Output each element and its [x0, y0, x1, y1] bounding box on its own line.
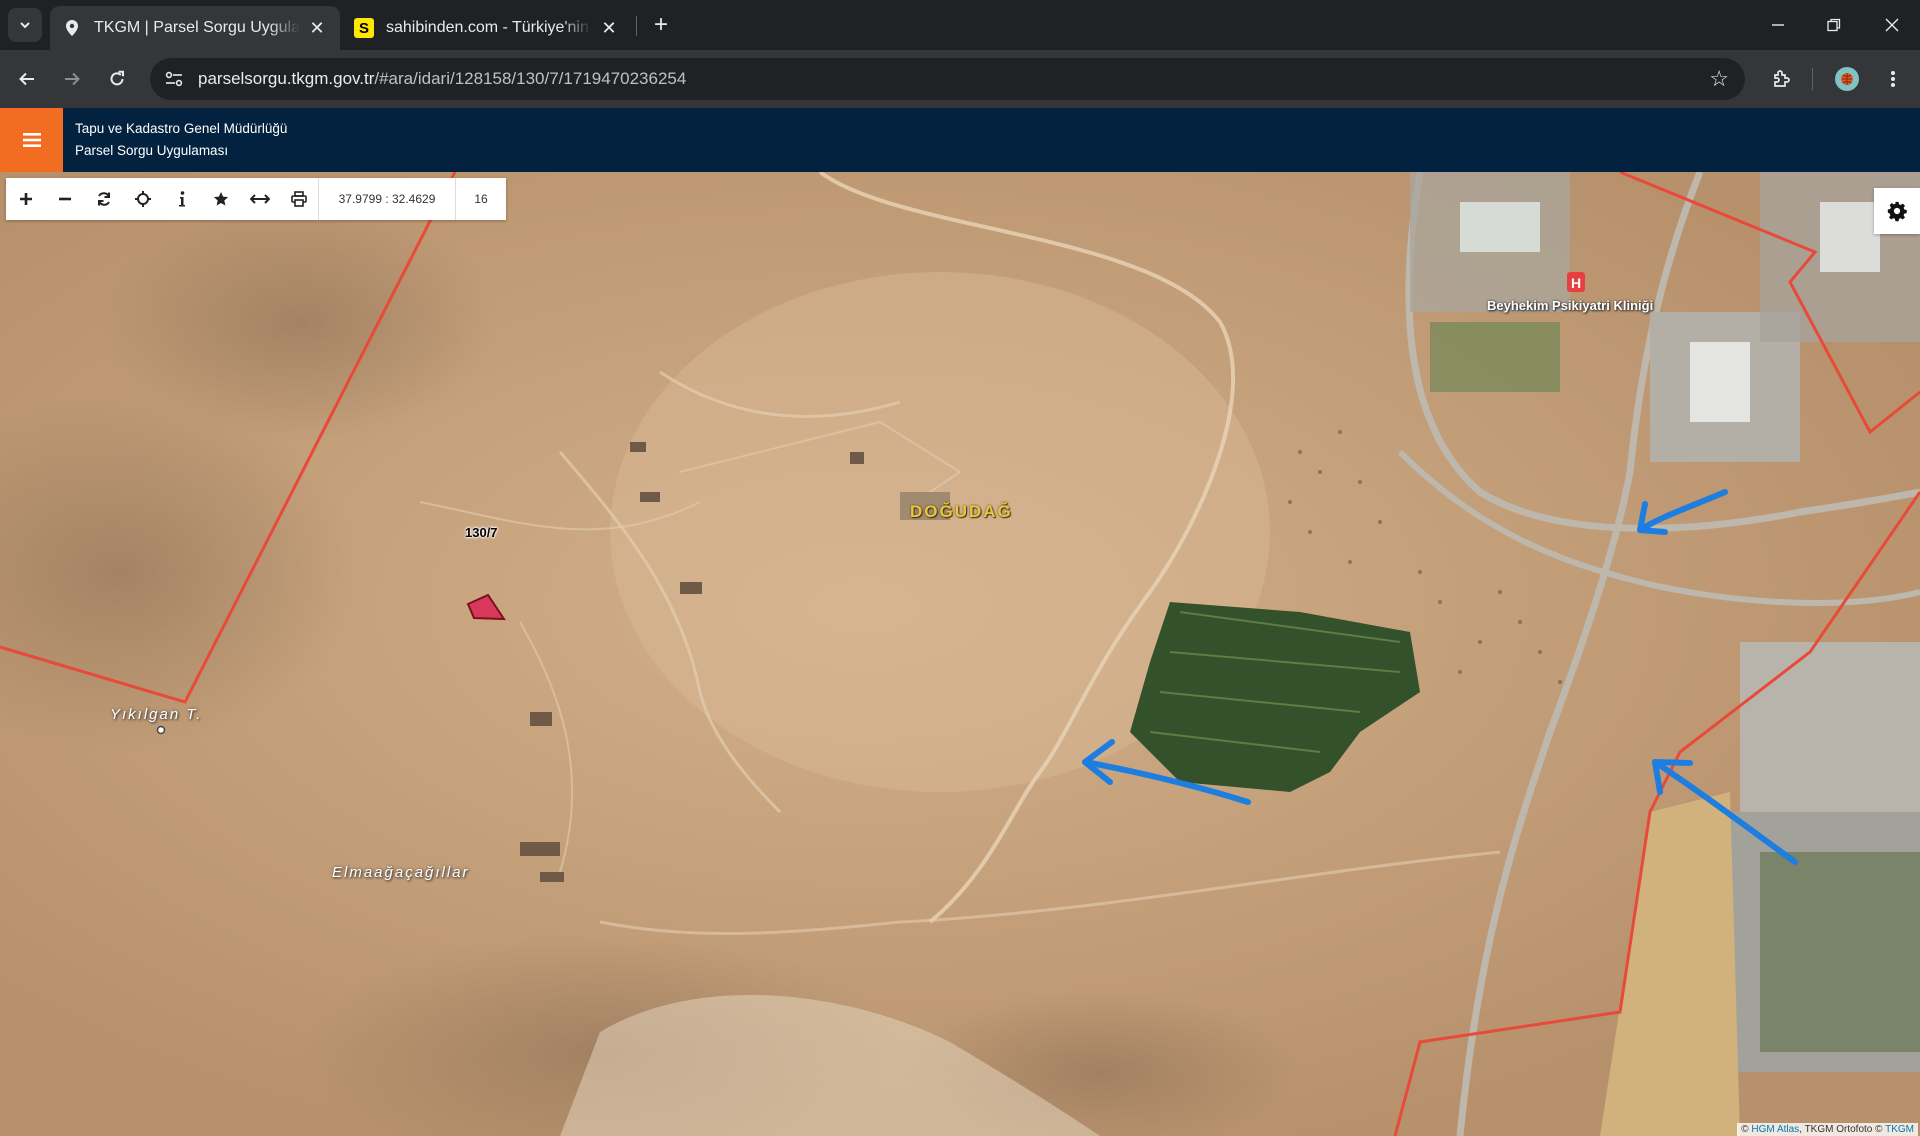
tab-title: TKGM | Parsel Sorgu Uygulaması — [94, 19, 300, 36]
map-toolbar: 37.9799 : 32.4629 16 — [6, 178, 506, 220]
map-view[interactable]: H DOĞUDAĞ Yıkılgan T. Elmaağaçağıllar Be… — [0, 172, 1920, 1136]
chevron-down-icon — [20, 22, 30, 29]
locate-icon[interactable] — [123, 178, 162, 220]
info-icon[interactable] — [162, 178, 201, 220]
zoom-out-icon[interactable] — [45, 178, 84, 220]
org-name: Tapu ve Kadastro Genel Müdürlüğü — [75, 121, 288, 136]
gear-icon — [1887, 201, 1907, 222]
svg-text:H: H — [1571, 275, 1581, 291]
extensions-icon[interactable] — [1764, 62, 1798, 96]
satellite-imagery: H — [0, 172, 1920, 1136]
toolbar-divider — [1812, 68, 1813, 90]
map-attribution: © HGM Atlas, TKGM Ortofoto © TKGM — [1737, 1123, 1918, 1136]
restore-icon[interactable] — [1806, 0, 1862, 50]
profile-avatar[interactable] — [1830, 62, 1864, 96]
app-name: Parsel Sorgu Uygulaması — [75, 143, 229, 158]
tab-search-button[interactable] — [8, 8, 42, 42]
tab-divider — [636, 16, 637, 36]
coordinate-readout: 37.9799 : 32.4629 — [318, 178, 456, 220]
close-tab-icon[interactable]: ✕ — [306, 17, 328, 39]
new-tab-button[interactable]: + — [646, 10, 676, 40]
zoom-level: 16 — [474, 192, 488, 206]
star-icon[interactable] — [201, 178, 240, 220]
tab-tkgm[interactable]: TKGM | Parsel Sorgu Uygulaması ✕ — [50, 6, 340, 50]
measure-icon[interactable] — [240, 178, 279, 220]
browser-tab-bar: TKGM | Parsel Sorgu Uygulaması ✕ S sahib… — [0, 0, 1920, 50]
map-settings-button[interactable] — [1874, 188, 1920, 234]
back-icon[interactable] — [10, 62, 44, 96]
tkgm-link[interactable]: TKGM — [1885, 1124, 1914, 1135]
menu-button[interactable] — [0, 108, 63, 172]
close-window-icon[interactable] — [1864, 0, 1920, 50]
map-label-yikilgan: Yıkılgan T. — [110, 706, 203, 723]
refresh-icon[interactable] — [84, 178, 123, 220]
minimize-icon[interactable] — [1750, 0, 1806, 50]
parcel-label: 130/7 — [465, 525, 498, 540]
zoom-in-icon[interactable] — [6, 178, 45, 220]
hamburger-icon — [22, 133, 41, 147]
browser-toolbar: parselsorgu.tkgm.gov.tr/#ara/idari/12815… — [0, 50, 1920, 108]
app-header: Tapu ve Kadastro Genel Müdürlüğü Parsel … — [0, 108, 1920, 172]
site-info-icon[interactable] — [160, 65, 188, 93]
map-pin-icon — [62, 18, 82, 38]
tab-title: sahibinden.com - Türkiye'nin Online Paza… — [386, 19, 592, 36]
map-label-dogudag: DOĞUDAĞ — [910, 502, 1013, 521]
reload-icon[interactable] — [100, 62, 134, 96]
close-tab-icon[interactable]: ✕ — [598, 17, 620, 39]
hgm-atlas-link[interactable]: HGM Atlas — [1751, 1124, 1799, 1135]
kebab-menu-icon[interactable] — [1876, 62, 1910, 96]
bookmark-star-icon[interactable]: ☆ — [1709, 66, 1729, 92]
address-bar[interactable]: parselsorgu.tkgm.gov.tr/#ara/idari/12815… — [150, 58, 1745, 100]
map-label-elmaagacagillar: Elmaağaçağıllar — [332, 864, 470, 881]
app-title: Tapu ve Kadastro Genel Müdürlüğü Parsel … — [75, 118, 287, 162]
tab-sahibinden[interactable]: S sahibinden.com - Türkiye'nin Online Pa… — [342, 6, 632, 50]
url-text: parselsorgu.tkgm.gov.tr/#ara/idari/12815… — [198, 69, 687, 88]
forward-icon[interactable] — [55, 62, 89, 96]
sahibinden-s-icon: S — [354, 18, 374, 38]
print-icon[interactable] — [279, 178, 318, 220]
map-label-beyhekim: Beyhekim Psikiyatri Kliniği — [1487, 298, 1654, 313]
